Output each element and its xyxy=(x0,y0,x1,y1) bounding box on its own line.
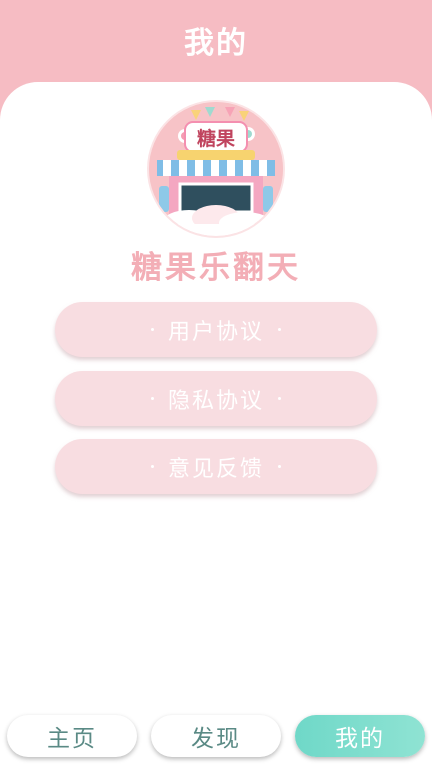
privacy-policy-label: 隐私协议 xyxy=(167,388,264,414)
tab-mine-label: 我的 xyxy=(335,726,385,752)
privacy-policy-button[interactable]: 隐私协议 xyxy=(55,371,377,426)
tab-discover[interactable]: 发现 xyxy=(151,715,281,757)
dot-left-icon xyxy=(150,465,154,468)
bottom-tab-bar: 主页 发现 我的 xyxy=(0,706,432,768)
dot-left-icon xyxy=(150,328,154,331)
feedback-label: 意见反馈 xyxy=(167,456,264,482)
app-logo: 糖果 xyxy=(149,102,283,236)
user-agreement-label: 用户协议 xyxy=(167,319,264,345)
page-title: 我的 xyxy=(184,26,248,61)
dot-right-icon xyxy=(278,397,281,400)
app-name: 糖果乐翻天 xyxy=(131,250,301,286)
tab-home-label: 主页 xyxy=(47,726,97,752)
candy-shop-icon: 糖果 xyxy=(149,102,283,236)
dot-right-icon xyxy=(278,328,281,331)
tab-home[interactable]: 主页 xyxy=(7,715,137,757)
logo-text: 糖果 xyxy=(197,127,235,150)
feedback-button[interactable]: 意见反馈 xyxy=(55,439,377,494)
dot-left-icon xyxy=(150,397,154,400)
tab-discover-label: 发现 xyxy=(191,726,241,752)
user-agreement-button[interactable]: 用户协议 xyxy=(55,302,377,357)
dot-right-icon xyxy=(278,465,281,468)
tab-mine[interactable]: 我的 xyxy=(295,715,425,757)
